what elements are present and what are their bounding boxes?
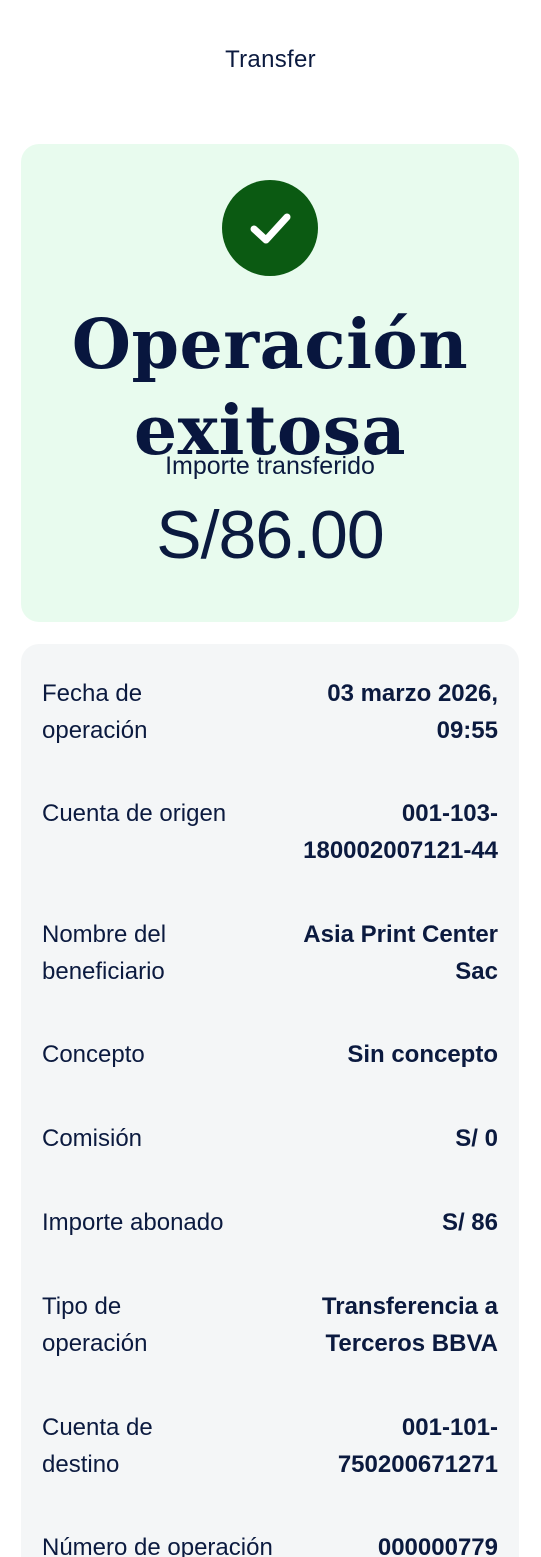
detail-row-numero-operacion: Número de operación 000000779: [42, 1529, 498, 1557]
detail-value: 03 marzo 2026, 09:55: [265, 675, 498, 749]
detail-label: Cuenta de origen: [42, 795, 265, 832]
detail-label: Comisión: [42, 1120, 265, 1157]
detail-value: 001-103- 180002007121-44: [265, 795, 498, 869]
detail-value: Sin concepto: [265, 1036, 498, 1073]
detail-label-line: Cuenta de origen: [42, 800, 227, 827]
detail-value-line: 03 marzo 2026,: [327, 680, 498, 707]
success-card: Operación exitosa Importe transferido S/…: [21, 144, 519, 622]
detail-row-importe-abonado: Importe abonado S/ 86: [42, 1204, 498, 1241]
detail-value-line: S/ 0: [455, 1125, 498, 1152]
detail-label-line: Nombre del: [42, 921, 167, 948]
detail-value-line: Sin concepto: [347, 1041, 498, 1068]
detail-value: S/ 0: [265, 1120, 498, 1157]
details-card: Fecha de operación 03 marzo 2026, 09:55 …: [21, 644, 519, 1557]
detail-value-line: 001-103-: [401, 800, 498, 827]
detail-value-line: 180002007121-44: [303, 837, 498, 864]
detail-value-line: Terceros BBVA: [325, 1330, 499, 1357]
detail-label-line: Cuenta de: [42, 1414, 153, 1441]
detail-value-line: 09:55: [436, 717, 498, 744]
detail-row-beneficiario: Nombre del beneficiario Asia Print Cente…: [42, 916, 498, 990]
detail-label-line: Número de operación: [42, 1534, 273, 1557]
detail-label: Importe abonado: [42, 1204, 265, 1241]
detail-row-concepto: Concepto Sin concepto: [42, 1036, 498, 1073]
detail-row-comision: Comisión S/ 0: [42, 1120, 498, 1157]
detail-label-line: Importe abonado: [42, 1209, 224, 1236]
detail-value: 000000779: [320, 1529, 498, 1557]
detail-label-line: operación: [42, 717, 148, 744]
detail-label: Fecha de operación: [42, 675, 265, 749]
detail-label-line: Concepto: [42, 1041, 145, 1068]
detail-label-line: Comisión: [42, 1125, 143, 1152]
check-icon: [222, 180, 318, 276]
detail-value: Asia Print Center Sac: [265, 916, 498, 990]
detail-label-line: Tipo de: [42, 1293, 122, 1320]
success-title: Operación exitosa: [21, 302, 519, 474]
detail-label: Cuenta de destino: [42, 1409, 265, 1483]
detail-label-line: operación: [42, 1330, 148, 1357]
detail-value-line: 750200671271: [337, 1451, 498, 1478]
success-title-line1: Operación: [71, 305, 469, 385]
detail-row-tipo-operacion: Tipo de operación Transferencia a Tercer…: [42, 1288, 498, 1362]
detail-value-line: 001-101-: [401, 1414, 498, 1441]
amount-label: Importe transferido: [165, 452, 375, 480]
detail-value-line: Transferencia a: [321, 1293, 498, 1320]
detail-value-line: 000000779: [377, 1534, 498, 1557]
detail-row-cuenta-origen: Cuenta de origen 001-103- 180002007121-4…: [42, 795, 498, 869]
detail-label: Nombre del beneficiario: [42, 916, 265, 990]
detail-label-line: beneficiario: [42, 958, 165, 985]
detail-label: Tipo de operación: [42, 1288, 265, 1362]
detail-row-fecha: Fecha de operación 03 marzo 2026, 09:55: [42, 675, 498, 749]
transfer-receipt-screen: Transfer Operación exitosa Importe trans…: [0, 0, 541, 1557]
detail-value-line: Sac: [455, 958, 498, 985]
amount-value: S/86.00: [156, 497, 384, 573]
detail-value: 001-101- 750200671271: [265, 1409, 498, 1483]
page-title: Transfer: [225, 46, 316, 73]
detail-value-line: Asia Print Center: [303, 921, 498, 948]
detail-label-line: Fecha de: [42, 680, 143, 707]
detail-value: Transferencia a Terceros BBVA: [265, 1288, 498, 1362]
detail-value: S/ 86: [265, 1204, 498, 1241]
detail-label: Concepto: [42, 1036, 265, 1073]
detail-label: Número de operación: [42, 1529, 320, 1557]
detail-value-line: S/ 86: [441, 1209, 498, 1236]
detail-label-line: destino: [42, 1451, 120, 1478]
detail-row-cuenta-destino: Cuenta de destino 001-101- 750200671271: [42, 1409, 498, 1483]
